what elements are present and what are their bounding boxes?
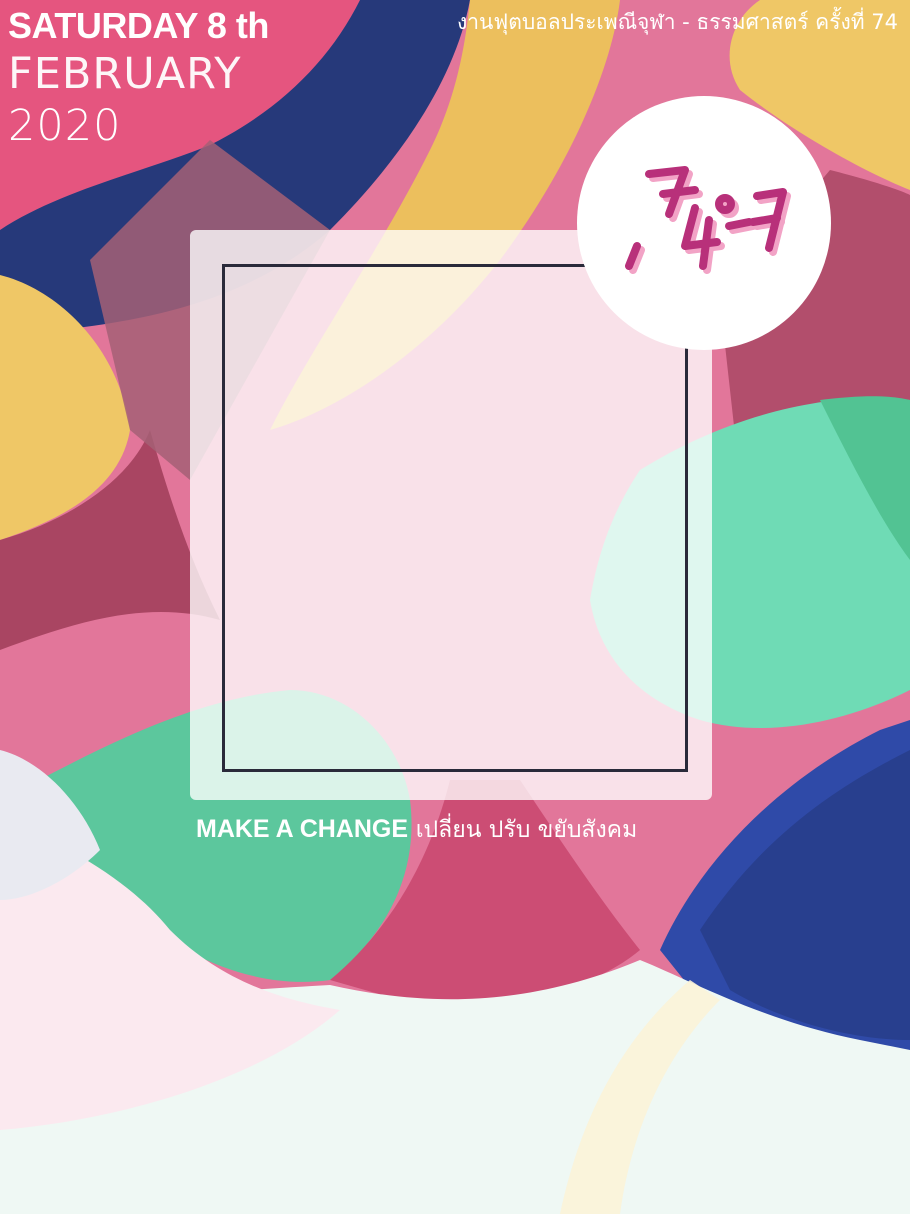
74-cu-tu-logo-icon <box>625 166 791 274</box>
event-title: งานฟุตบอลประเพณีจุฬา - ธรรมศาสตร์ ครั้งท… <box>456 10 898 34</box>
event-date: SATURDAY 8 th FEBRUARY 2020 <box>8 4 269 152</box>
date-year: 2020 <box>8 101 122 151</box>
event-logo <box>577 96 831 350</box>
date-month: FEBRUARY <box>8 49 242 99</box>
date-day: SATURDAY 8 th <box>8 5 269 46</box>
tagline-english: MAKE A CHANGE <box>196 815 409 843</box>
tagline-thai: เปลี่ยน ปรับ ขยับสังคม <box>415 817 638 843</box>
tagline: MAKE A CHANGE เปลี่ยน ปรับ ขยับสังคม <box>196 812 637 848</box>
